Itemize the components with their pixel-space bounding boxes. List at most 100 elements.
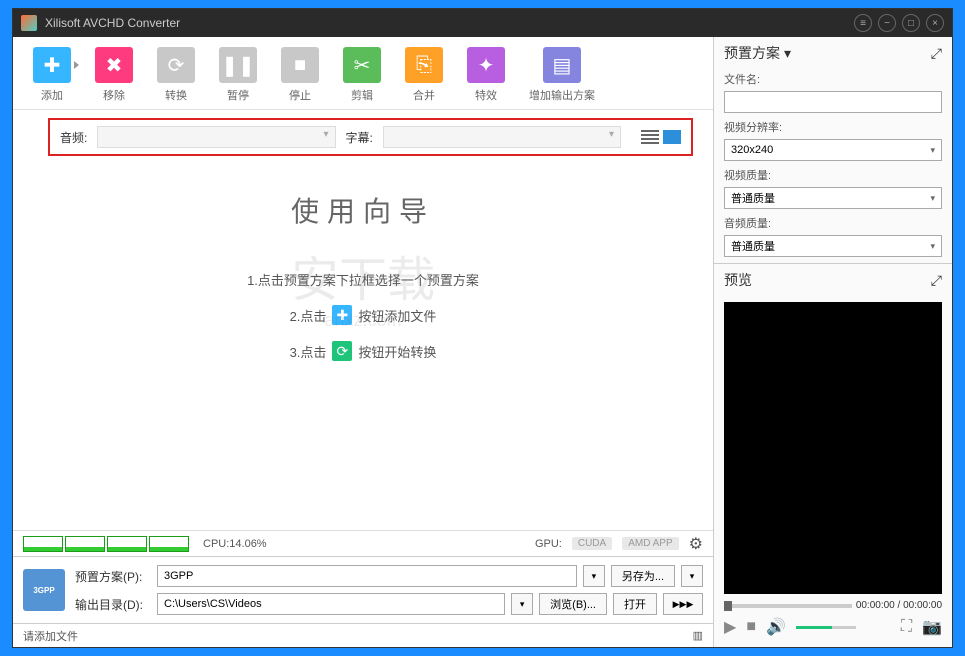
step2-pre: 2.点击: [290, 306, 327, 325]
scissors-icon: ✂: [343, 47, 381, 83]
stop-preview-button[interactable]: ■: [746, 618, 756, 636]
cut-button[interactable]: ✂ 剪辑: [343, 47, 381, 103]
play-button[interactable]: ▶: [724, 617, 736, 637]
wizard-title: 使用向导: [291, 190, 435, 230]
wizard-panel: 安下载 anxz.com 使用向导 1.点击预置方案下拉框选择一个预置方案 2.…: [13, 160, 713, 530]
bottom-panel: 3GPP 预置方案(P): ▾ 另存为... ▾ 输出目录(D): ▾ 浏览(B…: [13, 556, 713, 623]
stop-icon: ■: [281, 47, 319, 83]
play-row: ▶ ■ 🔊 ⛶ 📷: [724, 617, 942, 637]
profile-field-label: 预置方案(P):: [75, 568, 151, 585]
step3-pre: 3.点击: [290, 342, 327, 361]
output-input[interactable]: [157, 593, 505, 615]
add-profile-button[interactable]: ▤ 增加输出方案: [529, 47, 595, 103]
status-text: 请添加文件: [23, 628, 693, 644]
right-panel: 预置方案 ▾ ⤢ 文件名: 视频分辨率: 320x240 视频质量: 普通质量 …: [714, 37, 952, 647]
audio-dropdown[interactable]: [97, 126, 335, 148]
refresh-icon: ⟳: [157, 47, 195, 83]
stop-button[interactable]: ■ 停止: [281, 47, 319, 103]
cuda-badge: CUDA: [572, 537, 612, 550]
time-text: 00:00:00 / 00:00:00: [856, 600, 942, 611]
merge-button[interactable]: ⎘ 合并: [405, 47, 443, 103]
list-toggle-icon[interactable]: ▥: [693, 629, 703, 642]
grid-view-icon[interactable]: [663, 130, 681, 144]
volume-icon[interactable]: 🔊: [766, 617, 786, 637]
settings-icon[interactable]: ⚙: [689, 534, 703, 554]
close-button[interactable]: ×: [926, 14, 944, 32]
stop-label: 停止: [289, 87, 311, 103]
convert-start-button[interactable]: ▶▶▶: [663, 593, 703, 615]
step2-post: 按钮添加文件: [358, 306, 436, 325]
plus-icon: ✚: [33, 47, 71, 83]
preview-title-text: 预览: [724, 270, 752, 290]
list-view-icon[interactable]: [641, 130, 659, 144]
cpu-core: [23, 536, 63, 552]
preset-section: 预置方案 ▾ ⤢ 文件名: 视频分辨率: 320x240 视频质量: 普通质量 …: [714, 37, 952, 263]
format-icon: 3GPP: [23, 569, 65, 611]
cut-label: 剪辑: [351, 87, 373, 103]
expand-icon[interactable]: ⤢: [931, 272, 942, 289]
saveas-dropdown[interactable]: ▾: [681, 565, 703, 587]
add-label: 添加: [41, 87, 63, 103]
resolution-select[interactable]: 320x240: [724, 139, 942, 161]
volume-slider[interactable]: [796, 626, 856, 629]
status-bar: 请添加文件 ▥: [13, 623, 713, 647]
pause-icon: ❚❚: [219, 47, 257, 83]
refresh-icon: ⟳: [332, 341, 352, 361]
window-controls: ≡ − □ ×: [854, 14, 944, 32]
time-slider[interactable]: [724, 604, 852, 608]
resolution-label: 视频分辨率:: [724, 119, 942, 135]
bottom-fields: 预置方案(P): ▾ 另存为... ▾ 输出目录(D): ▾ 浏览(B)... …: [75, 565, 703, 615]
merge-label: 合并: [413, 87, 435, 103]
pause-label: 暂停: [227, 87, 249, 103]
window-title: Xilisoft AVCHD Converter: [45, 16, 854, 30]
remove-label: 移除: [103, 87, 125, 103]
profile-row: 预置方案(P): ▾ 另存为... ▾: [75, 565, 703, 587]
convert-button[interactable]: ⟳ 转换: [157, 47, 195, 103]
time-thumb[interactable]: [724, 601, 732, 611]
chevron-down-icon[interactable]: ▾: [784, 45, 791, 62]
preset-title-text: 预置方案: [724, 43, 780, 63]
saveas-button[interactable]: 另存为...: [611, 565, 675, 587]
snapshot-icon[interactable]: 📷: [922, 617, 942, 637]
preview-section: 预览 ⤢ 00:00:00 / 00:00:00 ▶ ■ 🔊 ⛶ 📷: [714, 263, 952, 647]
profile-label: 增加输出方案: [529, 87, 595, 103]
expand-icon[interactable]: ⤢: [931, 45, 942, 62]
maximize-button[interactable]: □: [902, 14, 920, 32]
vquality-label: 视频质量:: [724, 167, 942, 183]
remove-button[interactable]: ✖ 移除: [95, 47, 133, 103]
effect-label: 特效: [475, 87, 497, 103]
open-button[interactable]: 打开: [613, 593, 657, 615]
minimize-button[interactable]: −: [878, 14, 896, 32]
vquality-select[interactable]: 普通质量: [724, 187, 942, 209]
filename-input[interactable]: [724, 91, 942, 113]
app-window: Xilisoft AVCHD Converter ≡ − □ × ✚ 添加 ✖ …: [12, 8, 953, 648]
gpu-text: GPU:: [535, 538, 562, 550]
merge-icon: ⎘: [405, 47, 443, 83]
cpu-core: [107, 536, 147, 552]
wizard-step-3: 3.点击 ⟳ 按钮开始转换: [290, 341, 437, 361]
filename-label: 文件名:: [724, 71, 942, 87]
preview-title: 预览 ⤢: [724, 270, 942, 290]
convert-label: 转换: [165, 87, 187, 103]
app-icon: [21, 15, 37, 31]
add-button[interactable]: ✚ 添加: [33, 47, 71, 103]
plus-icon: ✚: [332, 305, 352, 325]
browse-button[interactable]: 浏览(B)...: [539, 593, 607, 615]
pause-button[interactable]: ❚❚ 暂停: [219, 47, 257, 103]
step3-post: 按钮开始转换: [358, 342, 436, 361]
view-toggles: [641, 130, 681, 144]
preview-viewport: [724, 302, 942, 594]
aquality-select[interactable]: 普通质量: [724, 235, 942, 257]
profile-dropdown[interactable]: ▾: [583, 565, 605, 587]
fullscreen-icon[interactable]: ⛶: [901, 618, 912, 636]
toolbar: ✚ 添加 ✖ 移除 ⟳ 转换 ❚❚ 暂停 ■ 停止: [13, 37, 713, 110]
effect-button[interactable]: ✦ 特效: [467, 47, 505, 103]
wizard-step-1: 1.点击预置方案下拉框选择一个预置方案: [247, 270, 479, 289]
help-button[interactable]: ≡: [854, 14, 872, 32]
time-row: 00:00:00 / 00:00:00: [724, 600, 942, 611]
subtitle-dropdown[interactable]: [383, 126, 621, 148]
aquality-label: 音频质量:: [724, 215, 942, 231]
main-panel: ✚ 添加 ✖ 移除 ⟳ 转换 ❚❚ 暂停 ■ 停止: [13, 37, 714, 647]
output-dropdown[interactable]: ▾: [511, 593, 533, 615]
profile-input[interactable]: [157, 565, 577, 587]
